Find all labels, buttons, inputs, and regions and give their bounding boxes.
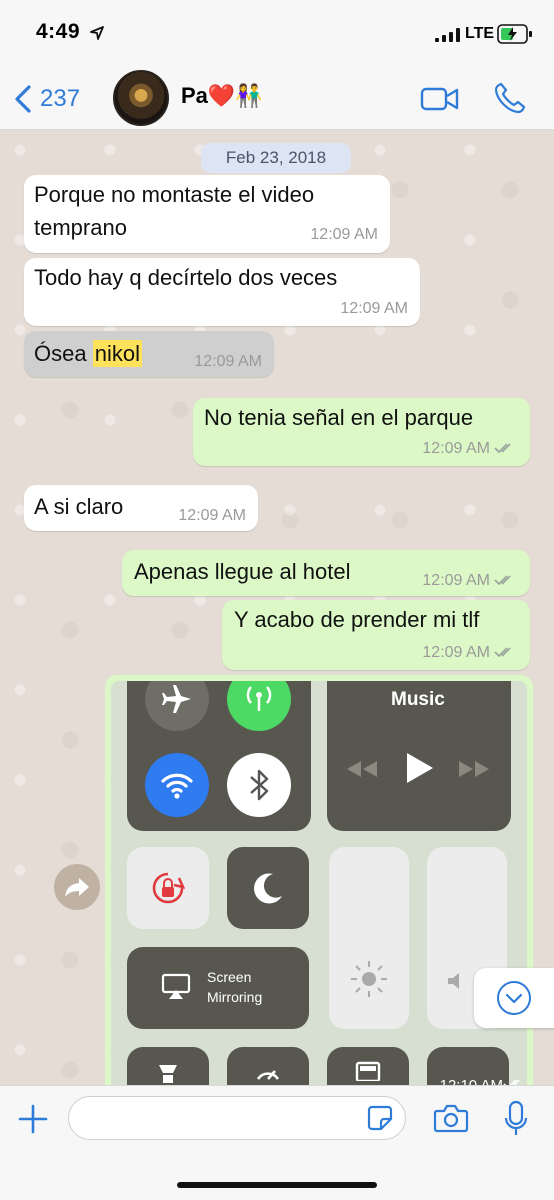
control-center-screenshot[interactable]: Music Screen Mirroring [111, 681, 527, 1085]
scroll-to-bottom-button[interactable] [474, 968, 554, 1028]
volume-icon [448, 973, 459, 989]
calculator-tile [327, 1047, 409, 1085]
brightness-icon [351, 961, 387, 997]
screen-mirroring-line: Screen [207, 969, 252, 985]
rotation-lock-tile [127, 847, 209, 929]
cellular-data-icon [227, 681, 291, 731]
status-bar: 4:49 LTE [0, 0, 554, 66]
camera-icon[interactable] [433, 1103, 469, 1133]
bluetooth-icon [227, 753, 291, 817]
message-text-line: Porque no montaste el video [34, 182, 315, 207]
screen-mirroring-tile: Screen Mirroring [127, 947, 309, 1029]
chat-area[interactable]: Feb 23, 2018 Porque no montaste el video… [0, 130, 554, 1085]
music-tile: Music [327, 681, 511, 831]
back-unread-count[interactable]: 237 [40, 85, 80, 113]
forward-button[interactable] [54, 864, 100, 910]
fast-forward-icon [459, 761, 489, 777]
message-text: Y acabo de prender mi tlf [234, 607, 480, 632]
flashlight-tile [127, 1047, 209, 1085]
message-time: 12:09 AM [422, 572, 490, 589]
phone-call-icon[interactable] [493, 81, 527, 115]
read-receipt-icon [494, 575, 511, 586]
read-receipt-icon [503, 1079, 520, 1085]
chat-header: 237 Pa❤️👫 [0, 66, 554, 130]
message-time: 12:09 AM [340, 300, 408, 317]
message-time: 12:09 AM [422, 440, 490, 457]
brightness-slider [329, 847, 409, 1029]
message-text: Apenas llegue al hotel [134, 559, 351, 584]
video-call-icon[interactable] [420, 86, 460, 112]
plus-icon[interactable] [16, 1102, 50, 1136]
message-text: No tenia señal en el parque [204, 405, 474, 430]
music-label: Music [391, 689, 445, 710]
location-arrow-icon [90, 26, 104, 40]
message-text: Ósea nikol [34, 337, 142, 370]
chevron-left-icon[interactable] [12, 84, 34, 114]
message-time: 12:09 AM [194, 353, 262, 370]
flashlight-icon [159, 1065, 177, 1083]
message-time: 12:09 AM [310, 226, 378, 243]
message-text: Porque no montaste el video temprano [34, 178, 314, 244]
rotation-lock-icon [152, 872, 186, 904]
read-receipt-icon [494, 443, 511, 454]
highlighted-text: nikol [92, 340, 142, 367]
message-text: A si claro [34, 494, 124, 519]
message-time: 12:10 AM [440, 1077, 503, 1085]
date-separator: Feb 23, 2018 [201, 143, 351, 173]
status-time: 4:49 [36, 20, 81, 43]
wifi-icon [145, 753, 209, 817]
sticker-icon[interactable] [367, 1105, 393, 1131]
contact-avatar[interactable] [113, 70, 169, 126]
message-text-line: temprano [34, 215, 127, 240]
calculator-icon [355, 1061, 381, 1081]
contact-name[interactable]: Pa❤️👫 [181, 83, 263, 109]
play-icon [407, 753, 433, 783]
forward-icon [65, 878, 89, 897]
screen-mirroring-line: Mirroring [207, 989, 263, 1005]
message-time: 12:09 AM [422, 644, 490, 661]
read-receipt-icon [494, 647, 511, 658]
timer-tile [227, 1047, 309, 1085]
home-indicator [177, 1182, 377, 1188]
message-text: Todo hay q decírtelo dos veces [34, 265, 338, 290]
message-text-prefix: Ósea [34, 341, 87, 366]
message-incoming[interactable]: A si claro 12:09 AM [24, 485, 258, 531]
do-not-disturb-tile [227, 847, 309, 929]
message-incoming[interactable]: Todo hay q decírtelo dos veces 12:09 AM [24, 258, 420, 326]
message-outgoing[interactable]: Apenas llegue al hotel 12:09 AM [122, 550, 530, 596]
signal-icon [435, 28, 460, 42]
network-type: LTE [465, 25, 495, 42]
microphone-icon[interactable] [503, 1100, 529, 1138]
airplay-icon [161, 973, 191, 999]
message-incoming-selected[interactable]: Ósea nikol 12:09 AM [24, 331, 274, 377]
connectivity-tile [127, 681, 311, 831]
message-incoming[interactable]: Porque no montaste el video temprano 12:… [24, 175, 390, 253]
screen-mirroring-label: Screen Mirroring [207, 967, 262, 1007]
message-composer [0, 1085, 554, 1200]
message-outgoing[interactable]: Y acabo de prender mi tlf 12:09 AM [222, 600, 530, 670]
battery-charging-icon [497, 24, 532, 44]
moon-icon [254, 873, 282, 904]
airplane-icon [145, 681, 209, 731]
message-outgoing[interactable]: No tenia señal en el parque 12:09 AM [193, 398, 530, 466]
timer-icon [256, 1070, 280, 1080]
message-input[interactable] [68, 1096, 406, 1140]
image-message[interactable]: Music Screen Mirroring [105, 675, 533, 1085]
rewind-icon [347, 761, 377, 777]
chevron-down-circle-icon [497, 981, 531, 1015]
message-time: 12:09 AM [178, 507, 246, 524]
